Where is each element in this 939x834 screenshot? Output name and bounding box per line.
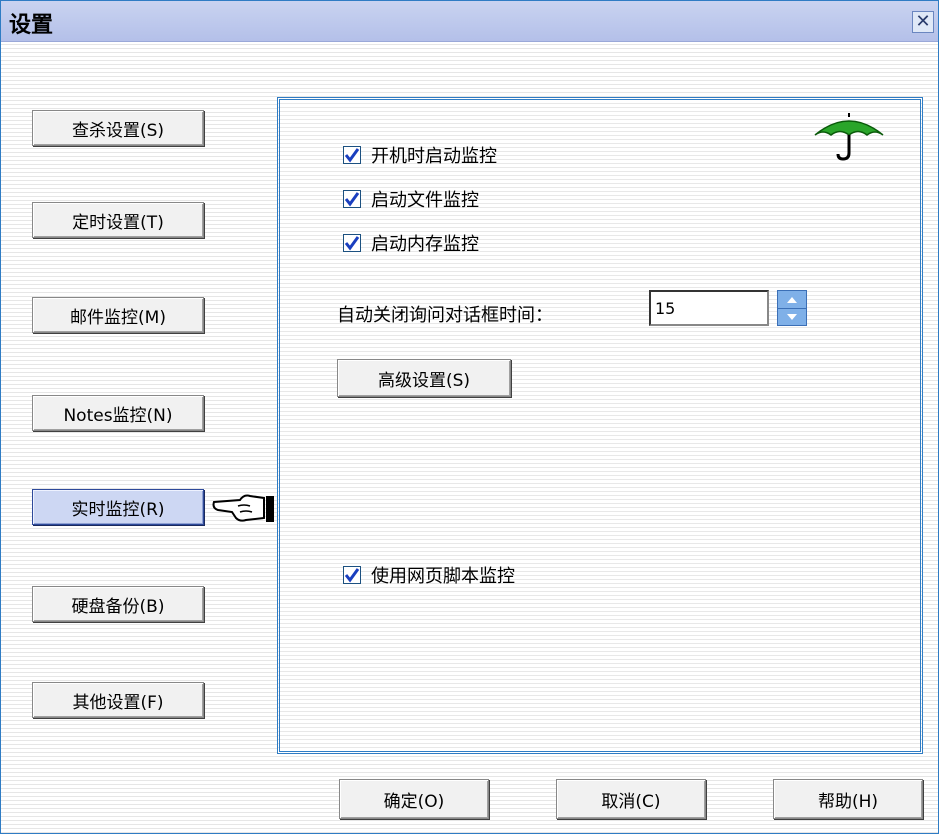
option-start-on-boot[interactable]: 开机时启动监控 (343, 143, 497, 167)
option-label: 启动内存监控 (371, 234, 479, 255)
checkmark-icon (344, 236, 360, 251)
advanced-settings-button[interactable]: 高级设置(S) (337, 359, 511, 397)
title-bar[interactable]: 设置 ✕ (1, 1, 938, 42)
umbrella-icon (814, 113, 884, 161)
hand-pointer-icon (212, 494, 274, 522)
arrow-down-icon (787, 313, 797, 320)
auto-close-spinner[interactable] (777, 290, 807, 326)
cancel-button[interactable]: 取消(C) (556, 779, 706, 819)
auto-close-label: 自动关闭询问对话框时间： (337, 305, 553, 326)
option-label: 开机时启动监控 (371, 146, 497, 167)
sidebar-item-schedule-settings[interactable]: 定时设置(T) (32, 202, 204, 238)
checkbox[interactable] (343, 566, 361, 584)
sidebar-item-mail-monitor[interactable]: 邮件监控(M) (32, 297, 204, 333)
spin-down-button[interactable] (778, 308, 806, 325)
option-label: 使用网页脚本监控 (371, 566, 515, 587)
ok-button[interactable]: 确定(O) (339, 779, 489, 819)
option-web-script-monitor[interactable]: 使用网页脚本监控 (343, 563, 515, 587)
help-button[interactable]: 帮助(H) (773, 779, 923, 819)
window-title: 设置 (9, 13, 54, 38)
close-icon: ✕ (915, 11, 931, 32)
option-memory-monitor[interactable]: 启动内存监控 (343, 231, 479, 255)
checkbox[interactable] (343, 190, 361, 208)
option-label: 启动文件监控 (371, 190, 479, 211)
sidebar-item-realtime-monitor[interactable]: 实时监控(R) (32, 489, 204, 525)
arrow-up-icon (787, 296, 797, 303)
sidebar-item-other-settings[interactable]: 其他设置(F) (32, 682, 204, 718)
checkmark-icon (344, 192, 360, 207)
checkbox[interactable] (343, 146, 361, 164)
option-file-monitor[interactable]: 启动文件监控 (343, 187, 479, 211)
settings-window: 设置 ✕ 查杀设置(S) 定时设置(T) 邮件监控(M) Notes监控(N) … (0, 0, 939, 834)
sidebar-item-disk-backup[interactable]: 硬盘备份(B) (32, 586, 204, 622)
close-button[interactable]: ✕ (912, 11, 934, 33)
checkmark-icon (344, 568, 360, 583)
sidebar-item-notes-monitor[interactable]: Notes监控(N) (32, 395, 204, 431)
auto-close-seconds-input[interactable] (649, 290, 769, 326)
spin-up-button[interactable] (778, 291, 806, 309)
sidebar-item-scan-settings[interactable]: 查杀设置(S) (32, 110, 204, 146)
checkbox[interactable] (343, 234, 361, 252)
checkmark-icon (344, 148, 360, 163)
